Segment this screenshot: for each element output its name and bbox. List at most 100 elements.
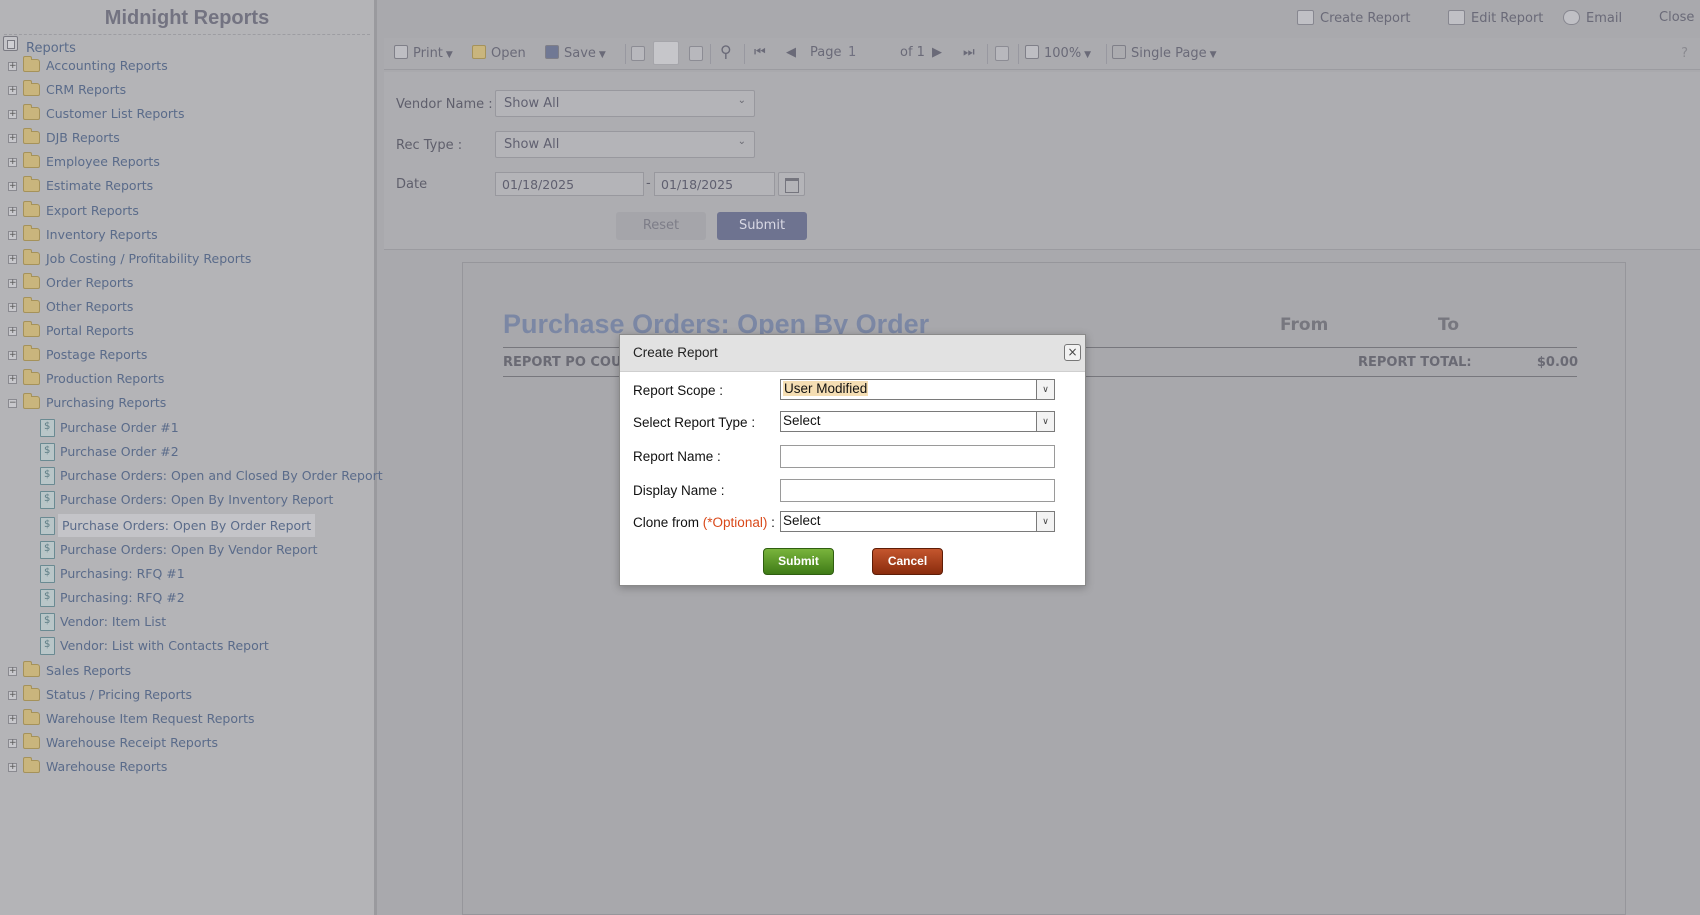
expander-icon[interactable]: + [8, 351, 17, 360]
page-number-input[interactable]: 1 [848, 45, 888, 60]
date-to-input[interactable]: 01/18/2025 [654, 172, 775, 196]
print-button[interactable]: Print ▼ [394, 45, 453, 61]
toolbar-divider [1106, 44, 1107, 64]
email-button[interactable]: Email [1563, 10, 1622, 26]
tree-folder[interactable]: − Purchasing Reports [0, 393, 376, 416]
tree-report-item[interactable]: Purchase Order #1 [0, 419, 376, 441]
rec-type-value: Show All [504, 137, 560, 152]
tree-folder[interactable]: + Order Reports [0, 273, 376, 296]
expander-icon[interactable]: + [8, 739, 17, 748]
tree-folder[interactable]: + Warehouse Receipt Reports [0, 733, 376, 756]
first-page-icon[interactable]: ⏮ [754, 45, 766, 60]
filter-submit-button[interactable]: Submit [717, 212, 807, 240]
last-page-icon[interactable]: ⏭ [963, 45, 975, 60]
tree-folder[interactable]: + Job Costing / Profitability Reports [0, 249, 376, 272]
tree-folder[interactable]: + Export Reports [0, 201, 376, 224]
sidebar-title: Midnight Reports [4, 0, 370, 35]
expander-icon[interactable]: + [8, 303, 17, 312]
tree-report-item[interactable]: Vendor: List with Contacts Report [0, 637, 376, 659]
zoom-dropdown[interactable]: 100% ▼ [1025, 45, 1091, 61]
viewer-toolbar: Print ▼ Open Save ▼ ⚲ ⏮ ◀ Page 1 of 1 ▶ ⏭ … [384, 38, 1700, 70]
tree-folder[interactable]: + CRM Reports [0, 80, 376, 103]
close-icon[interactable]: × [1064, 344, 1081, 361]
close-button[interactable]: Close [1659, 10, 1694, 25]
tree-folder[interactable]: + Warehouse Reports [0, 757, 376, 780]
expander-icon[interactable]: + [8, 763, 17, 772]
folder-icon [23, 393, 40, 409]
view-mode-dropdown[interactable]: Single Page ▼ [1112, 45, 1217, 61]
tree-folder[interactable]: + Estimate Reports [0, 176, 376, 199]
fullscreen-icon[interactable] [995, 46, 1009, 61]
tree-report-item[interactable]: Purchase Order #2 [0, 443, 376, 465]
expander-icon[interactable]: + [8, 110, 17, 119]
tree-root-reports[interactable]: Reports [0, 36, 370, 56]
create-report-button[interactable]: Create Report [1297, 10, 1410, 26]
tree-folder[interactable]: + Sales Reports [0, 661, 376, 684]
expander-icon[interactable]: + [8, 86, 17, 95]
tree-report-item[interactable]: Purchasing: RFQ #2 [0, 589, 376, 611]
tree-folder[interactable]: + Other Reports [0, 297, 376, 320]
clone-from-select[interactable]: Select ∨ [780, 511, 1055, 532]
tree-folder[interactable]: + Warehouse Item Request Reports [0, 709, 376, 732]
calendar-icon[interactable] [778, 172, 805, 196]
expander-icon[interactable]: + [8, 691, 17, 700]
tree-folder[interactable]: + Inventory Reports [0, 225, 376, 248]
find-search-icon[interactable]: ⚲ [720, 42, 732, 61]
save-disk-icon [545, 45, 559, 59]
tree-report-item[interactable]: Purchase Orders: Open and Closed By Orde… [0, 467, 383, 489]
tree-folder[interactable]: + Production Reports [0, 369, 376, 392]
parameters-icon[interactable] [653, 41, 679, 65]
tree-report-item[interactable]: Purchase Orders: Open By Vendor Report [0, 541, 376, 563]
dialog-cancel-button[interactable]: Cancel [872, 548, 943, 575]
reset-button[interactable]: Reset [616, 212, 706, 240]
report-scope-select[interactable]: User Modified ∨ [780, 379, 1055, 400]
expander-icon[interactable]: + [8, 327, 17, 336]
expander-icon[interactable]: + [8, 255, 17, 264]
expander-icon[interactable]: + [8, 667, 17, 676]
tree-report-label: Purchase Orders: Open By Vendor Report [60, 542, 318, 557]
tree-report-item[interactable]: Purchasing: RFQ #1 [0, 565, 376, 587]
open-button[interactable]: Open [472, 45, 526, 61]
rec-type-select[interactable]: Show All ⌄ [495, 131, 755, 158]
tree-report-item[interactable]: Vendor: Item List [0, 613, 376, 635]
tree-folder[interactable]: + DJB Reports [0, 128, 376, 151]
tree-folder[interactable]: + Portal Reports [0, 321, 376, 344]
expander-icon[interactable]: + [8, 279, 17, 288]
tree-report-item[interactable]: Purchase Orders: Open By Order Report [0, 514, 376, 539]
report-total-value: $0.00 [1536, 355, 1578, 370]
display-name-input[interactable] [780, 479, 1055, 502]
expander-icon[interactable]: + [8, 207, 17, 216]
expander-icon[interactable]: + [8, 62, 17, 71]
expander-icon[interactable]: − [8, 399, 17, 408]
report-name-input[interactable] [780, 445, 1055, 468]
report-type-select[interactable]: Select ∨ [780, 411, 1055, 432]
expander-icon[interactable]: + [8, 715, 17, 724]
expander-icon[interactable]: + [8, 134, 17, 143]
save-button[interactable]: Save ▼ [545, 45, 606, 61]
expander-icon[interactable]: + [8, 182, 17, 191]
dialog-submit-button[interactable]: Submit [763, 548, 834, 575]
vendor-name-select[interactable]: Show All ⌄ [495, 90, 755, 117]
tree-folder-label: Portal Reports [46, 323, 134, 338]
tree-folder[interactable]: + Customer List Reports [0, 104, 376, 127]
tree-folder[interactable]: + Accounting Reports [0, 56, 376, 79]
bookmarks-icon[interactable] [631, 46, 645, 61]
tree-folder[interactable]: + Employee Reports [0, 152, 376, 175]
tree-report-item[interactable]: Purchase Orders: Open By Inventory Repor… [0, 491, 376, 513]
expander-icon[interactable]: + [8, 231, 17, 240]
tree-folder[interactable]: + Postage Reports [0, 345, 376, 368]
resources-icon[interactable] [689, 46, 703, 61]
help-button[interactable]: ? [1681, 46, 1688, 61]
tree-folder[interactable]: + Status / Pricing Reports [0, 685, 376, 708]
toolbar-divider [1018, 44, 1019, 64]
next-page-icon[interactable]: ▶ [932, 45, 942, 60]
zoom-page-icon [1025, 45, 1039, 59]
report-icon [40, 613, 55, 631]
expander-icon[interactable]: + [8, 375, 17, 384]
tree-folder-label: Purchasing Reports [46, 395, 167, 410]
previous-page-icon[interactable]: ◀ [786, 45, 796, 60]
edit-report-button[interactable]: Edit Report [1448, 10, 1543, 26]
date-from-input[interactable]: 01/18/2025 [495, 172, 644, 196]
report-icon [40, 443, 55, 461]
expander-icon[interactable]: + [8, 158, 17, 167]
